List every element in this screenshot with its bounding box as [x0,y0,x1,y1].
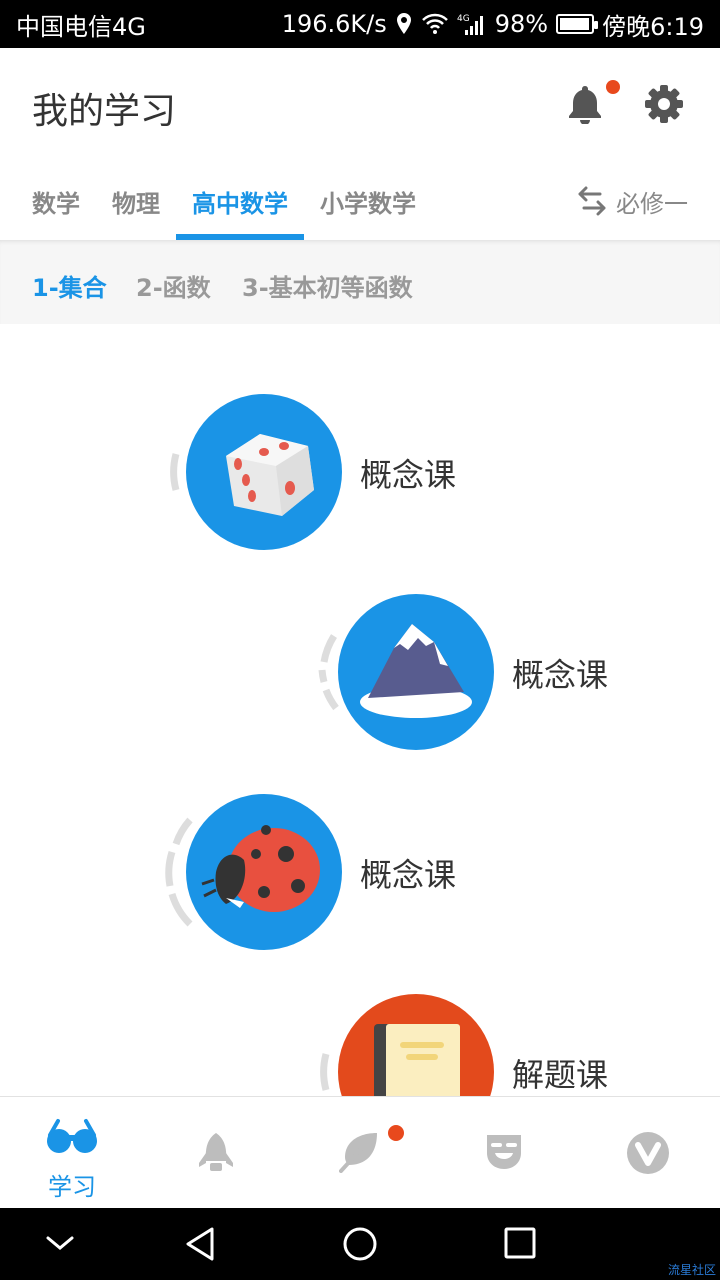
battery-icon [556,14,599,34]
textbook-switch-label[interactable]: 必修一 [616,184,688,219]
chapter-functions[interactable]: 2-函数 [136,268,211,303]
lesson-icon-circle[interactable] [186,794,342,950]
chapter-sets[interactable]: 1-集合 [32,268,107,303]
nav-face[interactable] [432,1097,576,1209]
tab-primary-math[interactable]: 小学数学 [320,184,416,219]
lesson-node[interactable]: 概念课 [160,794,480,950]
lesson-label: 概念课 [360,856,457,894]
smile-face-icon [487,1135,521,1169]
lesson-node[interactable]: 概念课 [160,394,480,550]
bottom-nav: 学习 [0,1096,720,1208]
page-title: 我的学习 [32,91,177,132]
lesson-label: 概念课 [512,656,609,694]
subject-tabs: 数学 物理 高中数学 小学数学 必修一 [0,170,720,240]
bell-icon[interactable] [566,84,604,124]
notification-dot [606,80,620,94]
v-badge-icon [627,1132,669,1174]
lesson-icon-circle[interactable] [186,394,342,550]
rocket-icon [199,1133,233,1171]
nav-rocket[interactable] [144,1097,288,1209]
chevron-down-icon[interactable] [46,1234,74,1252]
clock: 傍晚6:19 [602,12,704,41]
system-nav-bar: 流星社区 [0,1208,720,1280]
book-icon [374,1024,460,1096]
tab-high-school-math[interactable]: 高中数学 [192,184,288,219]
lesson-label: 解题课 [512,1056,609,1094]
nav-study[interactable]: 学习 [0,1097,144,1209]
recents-square-icon[interactable] [504,1226,536,1260]
lesson-node[interactable]: 概念课 [312,594,632,750]
wifi-icon [421,13,448,34]
nav-leaf[interactable] [288,1097,432,1209]
back-triangle-icon[interactable] [184,1226,216,1262]
home-circle-icon[interactable] [342,1226,378,1262]
lesson-icon-circle[interactable] [338,994,494,1096]
location-icon [396,13,411,34]
chapter-bar: 1-集合 2-函数 3-基本初等函数 [0,240,720,324]
dice-icon [226,434,314,516]
status-bar: 中国电信4G 196.6K/s 4G 98% 傍晚6:19 [0,0,720,48]
swap-icon[interactable] [578,186,606,216]
carrier-label: 中国电信4G [16,12,146,41]
signal-4g-icon: 4G [457,14,483,35]
notification-dot [388,1125,404,1141]
glasses-icon [47,1119,97,1153]
lesson-label: 概念课 [360,456,457,494]
ladybug-icon [201,825,320,912]
tab-physics[interactable]: 物理 [112,184,160,219]
lesson-node[interactable]: 解题课 [312,994,632,1096]
nav-study-label: 学习 [48,1173,96,1201]
tab-math[interactable]: 数学 [32,184,80,219]
battery-percent: 98% [494,10,549,38]
leaf-icon [339,1133,377,1173]
app-header: 我的学习 [0,48,720,158]
mountain-icon [360,624,472,718]
lesson-icon-circle[interactable] [338,594,494,750]
nav-v[interactable] [576,1097,720,1209]
gear-icon[interactable] [644,84,684,124]
watermark: 流星社区 [667,1263,716,1277]
chapter-elementary-functions[interactable]: 3-基本初等函数 [242,268,413,303]
svg-text:4G: 4G [457,14,470,24]
network-speed: 196.6K/s [281,10,387,38]
